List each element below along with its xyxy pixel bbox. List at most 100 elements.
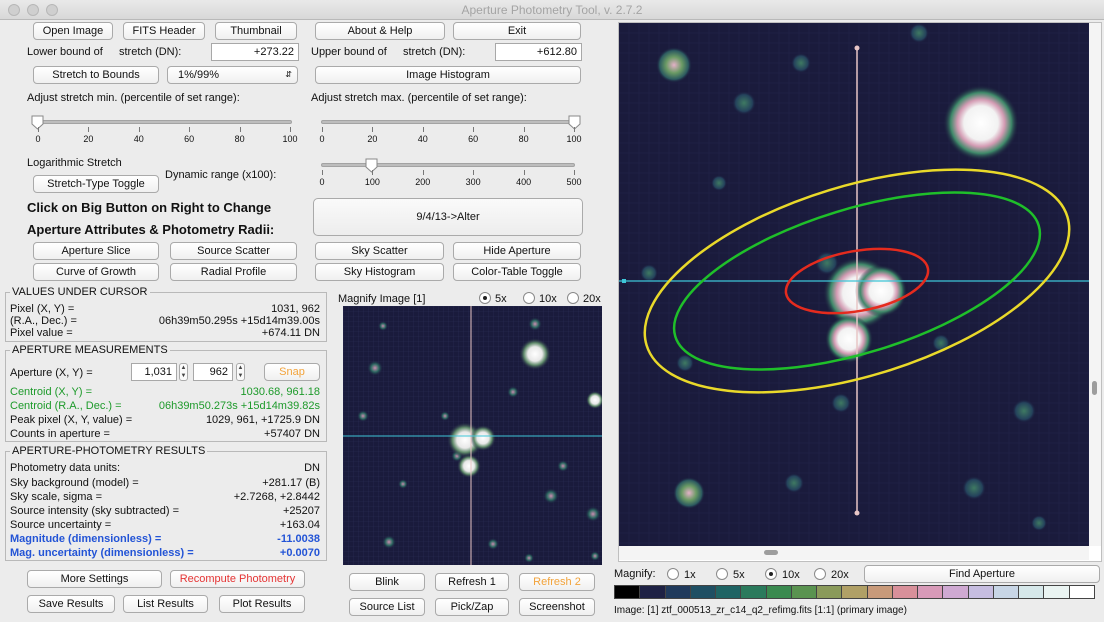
fits-header-button[interactable]: FITS Header [123,22,205,40]
instruction-line-2: Aperture Attributes & Photometry Radii: [27,222,275,237]
color-table-swatch[interactable] [765,585,792,599]
color-table-swatch[interactable] [790,585,818,599]
color-table-swatch[interactable] [967,585,994,599]
aperture-x-field[interactable]: 1,031 [131,363,177,381]
instruction-line-1: Click on Big Button on Right to Change [27,200,272,215]
upper-bound-field[interactable]: +612.80 [495,43,582,61]
about-help-button[interactable]: About & Help [315,22,445,40]
aperture-x-stepper[interactable]: ▲ ▼ [179,363,188,381]
color-table-swatch[interactable] [740,585,767,599]
aperture-slice-button[interactable]: Aperture Slice [33,242,159,260]
stretch-min-tick [189,127,191,132]
alter-aperture-button[interactable]: 9/4/13->Alter [313,198,583,236]
stretch-max-slider-track[interactable] [321,120,575,124]
sky-histogram-button[interactable]: Sky Histogram [315,263,444,281]
vertical-scrollbar[interactable] [1089,23,1101,546]
magnify-small-20x-radio[interactable] [567,292,579,304]
stretch-max-tick-label: 40 [417,134,428,144]
stretch-type-toggle-button[interactable]: Stretch-Type Toggle [33,175,159,193]
centroid-value: 1030.68, 961.18 [240,386,320,398]
stretch-max-tick-label: 20 [367,134,378,144]
color-table-swatch[interactable] [1018,585,1045,599]
horizontal-scrollbar[interactable] [619,546,1089,560]
stretch-to-bounds-button[interactable]: Stretch to Bounds [33,66,159,84]
color-table-swatch[interactable] [992,585,1020,599]
color-table-swatch[interactable] [942,585,969,599]
color-table-swatch[interactable] [664,585,691,599]
more-settings-button[interactable]: More Settings [27,570,162,588]
magnify-label: Magnify: [614,568,656,580]
stretch-max-tick [422,127,424,132]
refresh-2-button[interactable]: Refresh 2 [519,573,595,591]
counts-label: Counts in aperture = [10,428,110,440]
percentile-select[interactable]: 1%/99% ⇵ [167,66,298,84]
sky-scatter-button[interactable]: Sky Scatter [315,242,444,260]
sky-scale-label: Sky scale, sigma = [10,491,103,503]
magnify-1x-radio[interactable] [667,568,679,580]
dynamic-range-tick-label: 200 [415,177,431,187]
pick-zap-button[interactable]: Pick/Zap [435,598,509,616]
source-intensity-label: Source intensity (sky subtracted) = [10,505,180,517]
source-scatter-button[interactable]: Source Scatter [170,242,297,260]
find-aperture-button[interactable]: Find Aperture [864,565,1100,583]
color-table-swatch[interactable] [816,585,843,599]
color-table-swatch[interactable] [866,585,893,599]
open-image-button[interactable]: Open Image [33,22,113,40]
stretch-max-tick-label: 80 [518,134,529,144]
source-list-button[interactable]: Source List [349,598,425,616]
lower-bound-field[interactable]: +273.22 [211,43,299,61]
thumbnail-button[interactable]: Thumbnail [215,22,297,40]
dynamic-range-tick [574,170,575,175]
color-table-swatch[interactable] [614,585,641,599]
aperture-y-field[interactable]: 962 [193,363,233,381]
horizontal-scroll-thumb[interactable] [764,550,778,555]
magnify-small-10x-label: 10x [539,293,557,305]
pixel-value-dn: +674.11 DN [261,327,320,339]
color-table-swatch[interactable] [715,585,742,599]
recompute-photometry-button[interactable]: Recompute Photometry [170,570,305,588]
image-histogram-button[interactable]: Image Histogram [315,66,581,84]
radial-profile-button[interactable]: Radial Profile [170,263,297,281]
blink-button[interactable]: Blink [349,573,425,591]
refresh-1-button[interactable]: Refresh 1 [435,573,509,591]
stretch-min-tick [88,127,90,132]
hide-aperture-button[interactable]: Hide Aperture [453,242,581,260]
dynamic-range-tick-label: 400 [516,177,532,187]
magnified-image-view[interactable] [343,306,602,565]
dynamic-range-tick [422,170,424,175]
vertical-scroll-thumb[interactable] [1092,381,1097,395]
dynamic-range-slider-track[interactable] [321,163,575,167]
mag-uncertainty-value: +0.0070 [279,547,320,559]
color-table-swatch[interactable] [891,585,919,599]
list-results-button[interactable]: List Results [123,595,208,613]
exit-button[interactable]: Exit [453,22,581,40]
magnify-small-5x-radio[interactable] [479,292,491,304]
color-table-swatch[interactable] [1068,585,1095,599]
magnify-20x-radio[interactable] [814,568,826,580]
magnify-10x-radio[interactable] [765,568,777,580]
color-table-swatch[interactable] [917,585,944,599]
upper-bound-sublabel: stretch (DN): [403,46,466,58]
color-table-swatch[interactable] [841,585,868,599]
centroid-radec-value: 06h39m50.273s +15d14m39.82s [158,400,320,412]
save-results-button[interactable]: Save Results [27,595,115,613]
stretch-min-slider-track[interactable] [34,120,292,124]
plot-results-button[interactable]: Plot Results [219,595,305,613]
crosshair-left-endpoint [622,279,626,283]
color-table-swatch[interactable] [1043,585,1070,599]
aperture-y-stepper[interactable]: ▲ ▼ [236,363,245,381]
window-title: Aperture Photometry Tool, v. 2.7.2 [461,3,643,17]
snap-button[interactable]: Snap [264,363,320,381]
stretch-max-tick [322,127,323,132]
color-table-swatch[interactable] [639,585,666,599]
color-table-toggle-button[interactable]: Color-Table Toggle [453,263,581,281]
stretch-max-tick-label: 60 [468,134,479,144]
stretch-max-tick [473,127,475,132]
magnify-small-10x-radio[interactable] [523,292,535,304]
color-table-swatch[interactable] [689,585,717,599]
main-image-view[interactable] [619,23,1089,546]
magnify-5x-radio[interactable] [716,568,728,580]
stretch-min-tick [138,127,140,132]
curve-of-growth-button[interactable]: Curve of Growth [33,263,159,281]
screenshot-button[interactable]: Screenshot [519,598,595,616]
